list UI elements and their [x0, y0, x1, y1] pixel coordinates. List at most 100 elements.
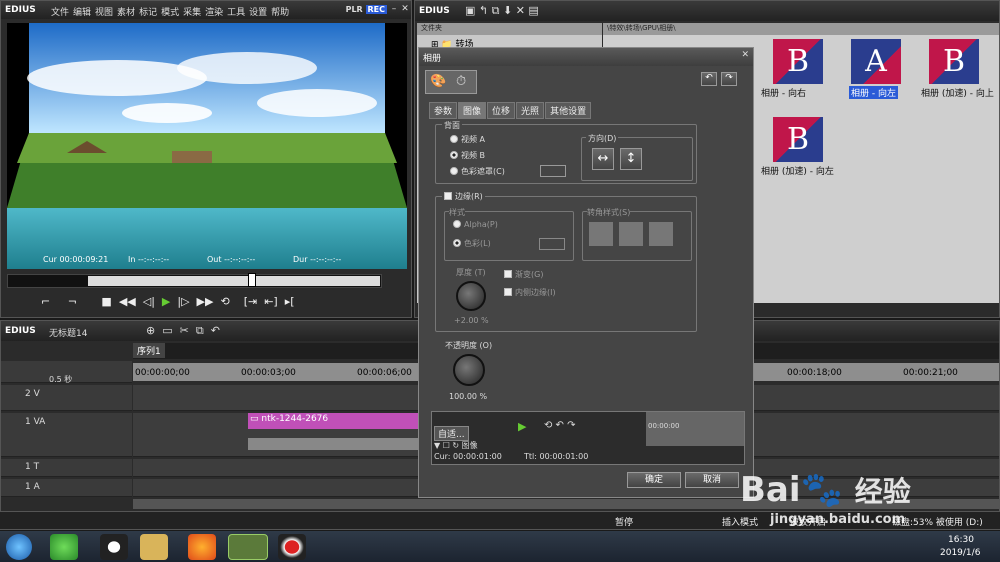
- recorder-icon[interactable]: [278, 534, 306, 560]
- position-slider[interactable]: [7, 273, 382, 288]
- copy-icon[interactable]: ⧉: [196, 324, 204, 337]
- opacity-knob[interactable]: [453, 354, 485, 386]
- zoom-level[interactable]: 0.5 秒: [49, 374, 72, 385]
- dialog-title: 相册: [423, 54, 442, 64]
- step-forward-icon[interactable]: |▷: [177, 295, 189, 308]
- corner-bevel-button[interactable]: [649, 222, 673, 246]
- thumb-3[interactable]: B: [773, 117, 823, 162]
- sequence-tab[interactable]: 序列1: [133, 343, 165, 358]
- new-sequence-icon[interactable]: ⊕: [146, 324, 155, 337]
- edius-task-icon[interactable]: [228, 534, 268, 560]
- dialog-undo-icon[interactable]: ↶: [701, 72, 717, 86]
- thickness-knob[interactable]: [456, 281, 486, 311]
- thumb-0[interactable]: B: [773, 39, 823, 84]
- add-clip-icon[interactable]: ⧉: [492, 4, 500, 17]
- loop-icon[interactable]: ⟲: [220, 295, 229, 308]
- insert-icon[interactable]: ▸[: [285, 295, 295, 308]
- play-icon[interactable]: ▶: [162, 295, 170, 308]
- save-icon[interactable]: ▭: [162, 324, 172, 337]
- menu-item-10[interactable]: 帮助: [271, 8, 289, 18]
- mini-loop-icon[interactable]: ⟲ ↶ ↷: [544, 420, 576, 431]
- opacity-value: 100.00 %: [449, 392, 488, 401]
- corner-square-button[interactable]: [589, 222, 613, 246]
- menu-item-2[interactable]: 视图: [95, 8, 113, 18]
- app-360-icon[interactable]: [50, 534, 78, 560]
- mask-color-swatch[interactable]: [540, 165, 566, 177]
- app-logo: EDIUS: [5, 5, 36, 15]
- horizontal-direction-button[interactable]: ↔: [592, 148, 614, 170]
- menu-item-6[interactable]: 采集: [183, 8, 201, 18]
- rec-label[interactable]: REC: [365, 5, 387, 14]
- track-header-2v[interactable]: 2 V: [1, 385, 132, 411]
- palette-icon[interactable]: 🎨: [430, 74, 446, 89]
- menu-item-5[interactable]: 模式: [161, 8, 179, 18]
- import-icon[interactable]: ⬇: [503, 4, 512, 17]
- set-out-icon[interactable]: ⇤]: [264, 295, 278, 308]
- slider-handle[interactable]: [248, 273, 256, 287]
- stopwatch-icon[interactable]: ⏱: [456, 74, 466, 89]
- close-icon[interactable]: ✕: [400, 4, 410, 14]
- dialog-close-icon[interactable]: ✕: [741, 50, 749, 60]
- undo-icon[interactable]: ↶: [211, 324, 220, 337]
- folder-icon[interactable]: ▣: [465, 4, 475, 17]
- cut-icon[interactable]: ✂: [180, 324, 189, 337]
- mini-timeline[interactable]: 00:00:00: [646, 412, 744, 446]
- cancel-button[interactable]: 取消: [685, 472, 739, 488]
- menu-item-0[interactable]: 文件: [51, 8, 69, 18]
- radio-video-a[interactable]: 视频 A: [450, 134, 485, 145]
- audio-clip[interactable]: [248, 438, 418, 450]
- menu-item-3[interactable]: 素材: [117, 8, 135, 18]
- mini-cur: Cur: 00:00:01:00: [434, 452, 502, 461]
- mini-select[interactable]: 自适...: [434, 426, 469, 441]
- track-header-1t[interactable]: 1 T: [1, 459, 132, 477]
- gradient-checkbox[interactable]: 渐变(G): [504, 269, 543, 280]
- tab-other[interactable]: 其他设置: [545, 102, 592, 119]
- border-color-swatch[interactable]: [539, 238, 565, 250]
- track-header-1a[interactable]: 1 A: [1, 479, 132, 497]
- corner-round-button[interactable]: [619, 222, 643, 246]
- menu-item-4[interactable]: 标记: [139, 8, 157, 18]
- plr-label[interactable]: PLR: [346, 5, 363, 14]
- track-name: 1 T: [25, 462, 40, 472]
- qq-icon[interactable]: [100, 534, 128, 560]
- dialog-redo-icon[interactable]: ↷: [721, 72, 737, 86]
- rewind-icon[interactable]: ◀◀: [119, 295, 136, 308]
- tab-image[interactable]: 图像: [458, 102, 487, 119]
- radio-color[interactable]: 色彩(L): [453, 238, 491, 249]
- mini-play-icon[interactable]: ▶: [518, 420, 526, 433]
- inner-border-checkbox[interactable]: 内侧边缘(I): [504, 287, 556, 298]
- border-group: 边缘(R) 样式 Alpha(P) 色彩(L) 转角样式(S) 厚度 (T) +…: [435, 191, 697, 332]
- mark-in-icon[interactable]: ⌐: [41, 295, 50, 308]
- radio-video-b[interactable]: 视频 B: [450, 150, 485, 161]
- up-icon[interactable]: ↰: [479, 4, 488, 17]
- vertical-direction-button[interactable]: ↕: [620, 148, 642, 170]
- radio-color-mask[interactable]: 色彩遮罩(C): [450, 166, 505, 177]
- minimize-icon[interactable]: –: [389, 4, 399, 14]
- set-in-icon[interactable]: [⇥: [244, 295, 258, 308]
- timeline-clip[interactable]: ▭ ntk-1244-2676: [248, 413, 418, 429]
- ok-button[interactable]: 确定: [627, 472, 681, 488]
- stop-icon[interactable]: ■: [101, 295, 111, 308]
- properties-icon[interactable]: ▤: [528, 4, 538, 17]
- mark-out-icon[interactable]: ¬: [68, 295, 77, 308]
- plr-rec-switch[interactable]: PLR REC: [346, 5, 387, 14]
- radio-alpha[interactable]: Alpha(P): [453, 220, 498, 229]
- firefox-icon[interactable]: [188, 534, 216, 560]
- start-button[interactable]: [6, 534, 32, 560]
- menu-item-1[interactable]: 编辑: [73, 8, 91, 18]
- menu-item-8[interactable]: 工具: [227, 8, 245, 18]
- tab-params[interactable]: 参数: [429, 102, 458, 119]
- menu-item-9[interactable]: 设置: [249, 8, 267, 18]
- fast-forward-icon[interactable]: ▶▶: [197, 295, 214, 308]
- delete-icon[interactable]: ✕: [516, 4, 525, 17]
- explorer-icon[interactable]: [140, 534, 168, 560]
- thumb-2[interactable]: B: [929, 39, 979, 84]
- thumb-1[interactable]: A: [851, 39, 901, 84]
- step-back-icon[interactable]: ◁|: [143, 295, 155, 308]
- menu-item-7[interactable]: 渲染: [205, 8, 223, 18]
- track-header-1va[interactable]: 1 VA: [1, 413, 132, 457]
- dur-label: Dur: [293, 255, 308, 264]
- tab-position[interactable]: 位移: [487, 102, 516, 119]
- border-checkbox[interactable]: 边缘(R): [442, 191, 485, 202]
- tab-lighting[interactable]: 光照: [516, 102, 545, 119]
